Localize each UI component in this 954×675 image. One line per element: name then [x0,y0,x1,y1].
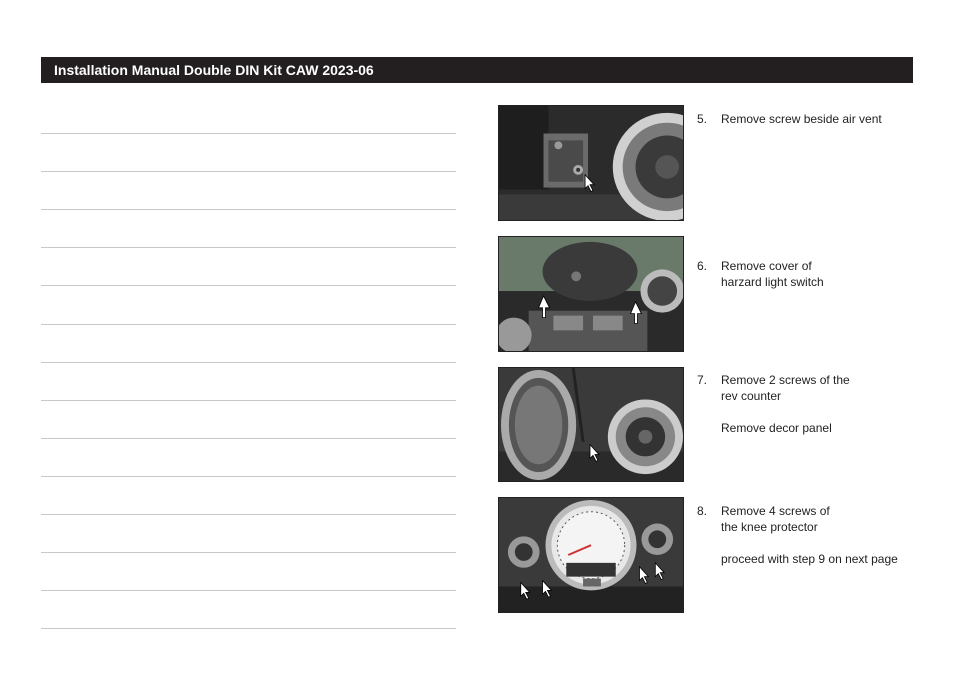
step-text-line [721,535,898,551]
step-text-line: Remove 4 screws of [721,504,830,518]
note-line [41,476,456,477]
note-line [41,628,456,629]
step-text-line: Remove decor panel [721,421,832,435]
step-number: 5. [697,112,708,126]
note-line [41,400,456,401]
note-line [41,552,456,553]
step-number: 8. [697,504,708,518]
step-text-line: Remove 2 screws of the [721,373,850,387]
note-line [41,247,456,248]
note-line [41,362,456,363]
step-text-line: Remove cover of [721,259,812,273]
step-number: 6. [697,259,708,273]
step-text-line: proceed with step 9 on next page [721,552,898,566]
note-line [41,209,456,210]
step-text-line: Remove screw beside air vent [721,112,882,126]
step-text-line [721,404,850,420]
step-6-photo [498,236,684,352]
step-5-photo [498,105,684,221]
step-7-photo [498,367,684,482]
note-line [41,514,456,515]
note-line [41,285,456,286]
step-text-line: harzard light switch [721,275,824,289]
step-8-photo [498,497,684,613]
step-text-line: the knee protector [721,520,818,534]
notes-area [41,0,456,675]
note-line [41,324,456,325]
note-line [41,171,456,172]
step-text-line: rev counter [721,389,782,403]
note-line [41,438,456,439]
note-line [41,590,456,591]
step-number: 7. [697,373,708,387]
note-line [41,133,456,134]
